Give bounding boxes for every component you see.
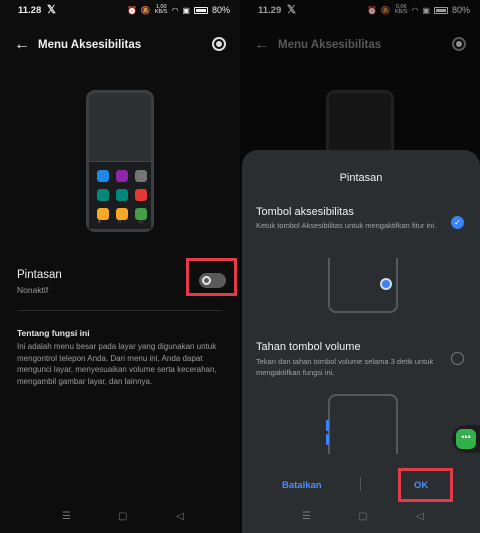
menu-icon[interactable]: ☰ (302, 511, 311, 522)
accessibility-menu-preview: ≡ □ ◁ (89, 161, 151, 229)
status-bar: 11.28 𝕏 ⏰ 🔕 1,00 KB/S ◠ ▣ 80% (0, 0, 240, 22)
sheet-title: Pintasan (339, 172, 383, 184)
ok-button[interactable]: OK (414, 480, 428, 491)
battery-icon (193, 6, 208, 14)
menu-preview-icon (135, 170, 147, 182)
about-title: Tentang fungsi ini (17, 328, 90, 338)
option-volume-key-desc: Tekan dan tahan tombol volume selama 3 d… (256, 357, 434, 377)
page-title: Menu Aksesibilitas (38, 39, 142, 51)
accessibility-button-illustration (328, 258, 398, 313)
accessibility-fab-icon (380, 278, 392, 290)
left-screen: 11.28 𝕏 ⏰ 🔕 1,00 KB/S ◠ ▣ 80% ← Menu Akse… (0, 0, 240, 533)
more-dots-icon: ••• (456, 429, 476, 449)
status-time: 11.28 (18, 5, 42, 16)
phone-illustration: ≡ □ ◁ (86, 90, 154, 232)
home-icon[interactable]: ▢ (118, 511, 127, 522)
mute-icon: 🔕 (140, 5, 151, 15)
radio-accessibility-button[interactable]: ✓ (451, 216, 464, 229)
shortcut-sheet: Pintasan Tombol aksesibilitas Ketuk tomb… (242, 150, 480, 533)
option-accessibility-button-desc: Ketuk tombol Aksesibilitas untuk mengakt… (256, 221, 437, 230)
button-separator (360, 477, 361, 491)
sim-icon: ▣ (182, 5, 190, 15)
battery-percent: 80% (211, 5, 230, 15)
shortcut-toggle[interactable] (199, 273, 226, 288)
floating-accessibility-button[interactable]: ••• (452, 425, 480, 453)
menu-preview-icon (116, 189, 128, 201)
system-navbar: ☰ ▢ ◁ (240, 511, 480, 525)
back-icon[interactable]: ◁ (176, 511, 184, 522)
back-icon[interactable]: ◁ (416, 511, 424, 522)
home-icon[interactable]: ▢ (358, 511, 367, 522)
volume-key-illustration (326, 394, 398, 454)
alarm-icon: ⏰ (126, 5, 137, 15)
menu-icon[interactable]: ☰ (62, 511, 71, 522)
system-navbar: ☰ ▢ ◁ (0, 511, 240, 525)
net-speed: 1,00 KB/S (154, 4, 168, 15)
shortcut-title: Pintasan (17, 269, 62, 281)
menu-preview-icon (116, 170, 128, 182)
menu-preview-icon (97, 170, 109, 182)
radio-volume-key[interactable] (451, 352, 464, 365)
gear-icon[interactable] (212, 37, 226, 51)
back-arrow-icon[interactable]: ← (14, 36, 30, 54)
volume-up-key (326, 420, 329, 431)
toggle-knob (202, 276, 211, 285)
option-accessibility-button-title[interactable]: Tombol aksesibilitas (256, 206, 354, 218)
menu-preview-icon (135, 189, 147, 201)
option-volume-key-title[interactable]: Tahan tombol volume (256, 341, 361, 353)
right-screen: 11.29 𝕏 ⏰ 🔕 0,06 KB/S ◠ ▣ 80% ← Menu Akse… (240, 0, 480, 533)
app-bar: ← Menu Aksesibilitas (0, 34, 240, 58)
cancel-button[interactable]: Batalkan (282, 480, 322, 491)
about-body: Ini adalah menu besar pada layar yang di… (17, 342, 217, 386)
wifi-icon: ◠ (171, 5, 179, 15)
menu-preview-icon (97, 189, 109, 201)
volume-down-key (326, 434, 329, 445)
shortcut-status: Nonaktif (17, 285, 49, 295)
x-app-icon: 𝕏 (47, 4, 56, 16)
divider (17, 310, 223, 311)
